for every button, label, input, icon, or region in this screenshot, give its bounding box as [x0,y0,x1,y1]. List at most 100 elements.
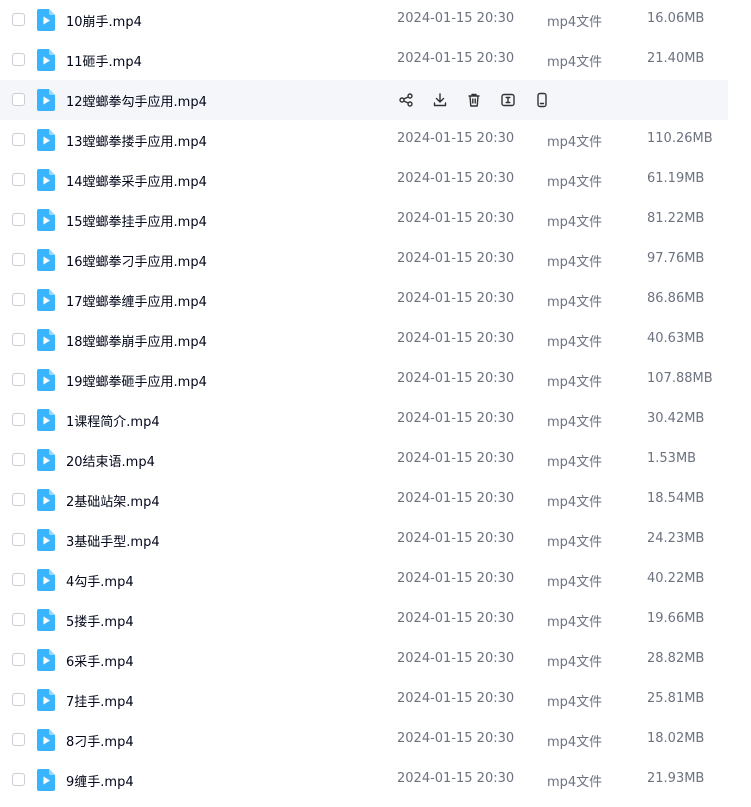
file-type: mp4文件 [547,295,603,310]
file-row[interactable]: 1课程简介.mp4 2024-01-15 20:30 mp4文件 30.42MB [0,400,728,440]
video-file-icon [37,769,55,791]
file-name[interactable]: 2基础站架.mp4 [66,491,160,510]
row-checkbox[interactable] [12,653,25,666]
row-checkbox[interactable] [12,413,25,426]
file-row[interactable]: 17螳螂拳缠手应用.mp4 2024-01-15 20:30 mp4文件 86.86M… [0,280,728,320]
file-row[interactable]: 8刁手.mp4 2024-01-15 20:30 mp4文件 18.02MB [0,720,728,760]
file-name[interactable]: 5搂手.mp4 [66,611,134,630]
file-name[interactable]: 14螳螂拳采手应用.mp4 [66,171,207,190]
file-row[interactable]: 9缠手.mp4 2024-01-15 20:30 mp4文件 21.93MB [0,760,728,800]
file-size: 1.53MB [647,451,697,466]
file-row[interactable]: 5搂手.mp4 2024-01-15 20:30 mp4文件 19.66MB [0,600,728,640]
modified-date: 2024-01-15 20:30 [397,451,515,466]
row-checkbox[interactable] [12,333,25,346]
file-type: mp4文件 [547,615,603,630]
file-name[interactable]: 9缠手.mp4 [66,771,134,790]
file-name[interactable]: 18螳螂拳崩手应用.mp4 [66,331,207,350]
file-name[interactable]: 1课程简介.mp4 [66,411,160,430]
file-row[interactable]: 10崩手.mp4 2024-01-15 20:30 mp4文件 16.06MB [0,0,728,40]
file-name[interactable]: 4勾手.mp4 [66,571,134,590]
row-checkbox[interactable] [12,573,25,586]
modified-date: 2024-01-15 20:30 [397,411,515,426]
file-name[interactable]: 3基础手型.mp4 [66,531,160,550]
file-name[interactable]: 20结束语.mp4 [66,451,155,470]
video-file-icon [37,729,55,751]
video-file-icon [37,569,55,591]
file-row[interactable]: 19螳螂拳砸手应用.mp4 2024-01-15 20:30 mp4文件 107.88… [0,360,728,400]
file-row[interactable]: 14螳螂拳采手应用.mp4 2024-01-15 20:30 mp4文件 61.19M… [0,160,728,200]
download-button[interactable] [431,91,449,109]
file-row[interactable]: 2基础站架.mp4 2024-01-15 20:30 mp4文件 18.54MB [0,480,728,520]
file-name[interactable]: 19螳螂拳砸手应用.mp4 [66,371,207,390]
row-checkbox[interactable] [12,53,25,66]
modified-date: 2024-01-15 20:30 [397,131,515,146]
file-row[interactable]: 7挂手.mp4 2024-01-15 20:30 mp4文件 25.81MB [0,680,728,720]
video-file-icon [37,609,55,631]
rename-button[interactable] [499,91,517,109]
file-row[interactable]: 4勾手.mp4 2024-01-15 20:30 mp4文件 40.22MB [0,560,728,600]
row-checkbox[interactable] [12,253,25,266]
file-size: 24.23MB [647,531,705,546]
row-checkbox[interactable] [12,213,25,226]
file-row[interactable]: 6采手.mp4 2024-01-15 20:30 mp4文件 28.82MB [0,640,728,680]
row-checkbox[interactable] [12,373,25,386]
video-file-icon [37,249,55,271]
file-name[interactable]: 11砸手.mp4 [66,51,142,70]
file-name[interactable]: 8刁手.mp4 [66,731,134,750]
file-type: mp4文件 [547,375,603,390]
file-size: 97.76MB [647,251,705,266]
video-file-icon [37,329,55,351]
modified-date: 2024-01-15 20:30 [397,691,515,706]
file-row[interactable]: 3基础手型.mp4 2024-01-15 20:30 mp4文件 24.23MB [0,520,728,560]
file-size: 40.63MB [647,331,705,346]
file-type: mp4文件 [547,695,603,710]
row-checkbox[interactable] [12,773,25,786]
row-checkbox[interactable] [12,293,25,306]
file-size: 28.82MB [647,651,705,666]
file-row[interactable]: 11砸手.mp4 2024-01-15 20:30 mp4文件 21.40MB [0,40,728,80]
file-name[interactable]: 10崩手.mp4 [66,11,142,30]
file-type: mp4文件 [547,175,603,190]
file-type: mp4文件 [547,135,603,150]
file-name[interactable]: 13螳螂拳搂手应用.mp4 [66,131,207,150]
file-name[interactable]: 12螳螂拳勾手应用.mp4 [66,91,207,110]
modified-date: 2024-01-15 20:30 [397,291,515,306]
row-checkbox[interactable] [12,133,25,146]
file-row[interactable]: 18螳螂拳崩手应用.mp4 2024-01-15 20:30 mp4文件 40.63M… [0,320,728,360]
file-type: mp4文件 [547,775,603,790]
file-row[interactable]: 20结束语.mp4 2024-01-15 20:30 mp4文件 1.53MB [0,440,728,480]
file-size: 30.42MB [647,411,705,426]
modified-date: 2024-01-15 20:30 [397,331,515,346]
share-button[interactable] [397,91,415,109]
row-checkbox[interactable] [12,13,25,26]
row-checkbox[interactable] [12,493,25,506]
row-checkbox[interactable] [12,93,25,106]
row-checkbox[interactable] [12,693,25,706]
file-name[interactable]: 17螳螂拳缠手应用.mp4 [66,291,207,310]
row-checkbox[interactable] [12,453,25,466]
file-type: mp4文件 [547,535,603,550]
modified-date: 2024-01-15 20:30 [397,531,515,546]
video-file-icon [37,289,55,311]
file-size: 16.06MB [647,11,705,26]
file-size: 40.22MB [647,571,705,586]
row-checkbox[interactable] [12,733,25,746]
file-name[interactable]: 6采手.mp4 [66,651,134,670]
row-checkbox[interactable] [12,533,25,546]
file-name[interactable]: 16螳螂拳刁手应用.mp4 [66,251,207,270]
phone-button[interactable] [533,91,551,109]
modified-date: 2024-01-15 20:30 [397,611,515,626]
file-row[interactable]: 13螳螂拳搂手应用.mp4 2024-01-15 20:30 mp4文件 110.26… [0,120,728,160]
file-name[interactable]: 15螳螂拳挂手应用.mp4 [66,211,207,230]
modified-date: 2024-01-15 20:30 [397,171,515,186]
file-row[interactable]: 16螳螂拳刁手应用.mp4 2024-01-15 20:30 mp4文件 97.76M… [0,240,728,280]
row-checkbox[interactable] [12,613,25,626]
file-row[interactable]: 12螳螂拳勾手应用.mp4 [0,80,728,120]
video-file-icon [37,489,55,511]
file-row[interactable]: 15螳螂拳挂手应用.mp4 2024-01-15 20:30 mp4文件 81.22M… [0,200,728,240]
download-icon [432,92,448,108]
row-checkbox[interactable] [12,173,25,186]
file-type: mp4文件 [547,575,603,590]
file-name[interactable]: 7挂手.mp4 [66,691,134,710]
delete-button[interactable] [465,91,483,109]
